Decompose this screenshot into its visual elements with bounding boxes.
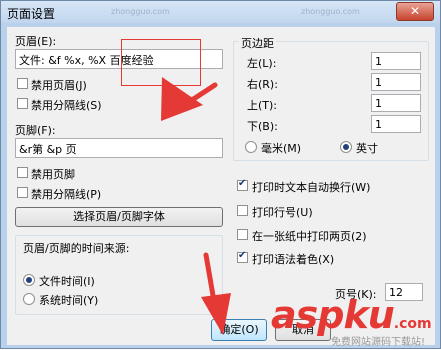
page-setup-dialog: 页面设置 zhongguo.com zhongguo.com ✕ 页眉(E): … — [0, 0, 441, 349]
watermark-brand: aspku — [271, 293, 395, 337]
watermark-suffix: .com — [393, 316, 432, 332]
arrow-down-icon — [201, 293, 231, 335]
watermark-tagline: 免费网站源码下载站! — [331, 337, 426, 348]
aspku-watermark: aspku.com 免费网站源码下载站! — [271, 293, 432, 348]
